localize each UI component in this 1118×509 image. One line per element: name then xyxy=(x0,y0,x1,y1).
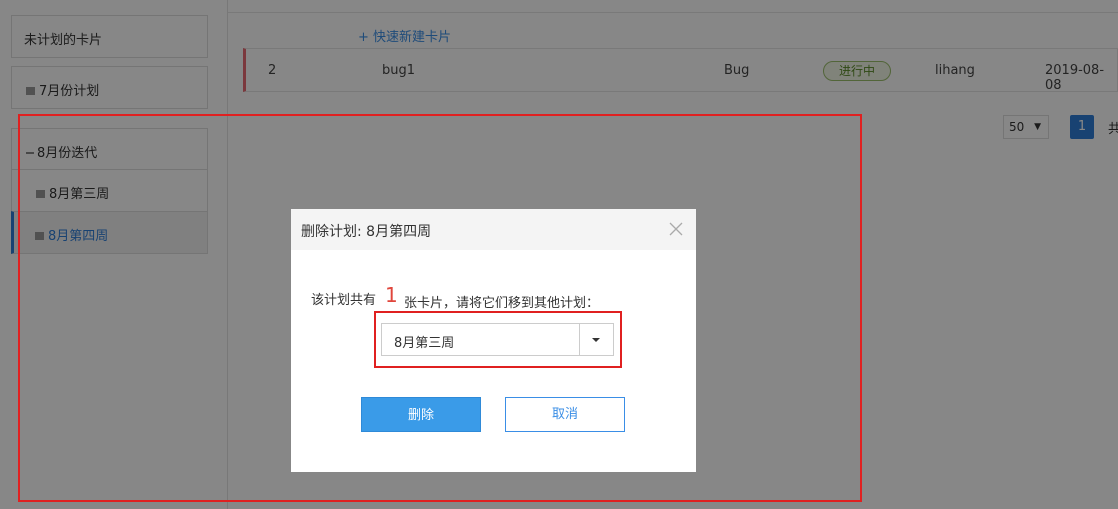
close-icon[interactable] xyxy=(668,221,684,237)
highlight-box-select xyxy=(374,311,622,368)
card-count: 1 xyxy=(385,283,398,307)
dialog-title: 删除计划: 8月第四周 xyxy=(301,224,432,240)
dialog-message-prefix: 该计划共有 xyxy=(311,293,377,308)
cancel-button[interactable]: 取消 xyxy=(505,397,625,432)
dialog-header: 删除计划: 8月第四周 xyxy=(291,209,696,250)
dialog-message-suffix: 张卡片，请将它们移到其他计划： xyxy=(404,296,600,311)
delete-button[interactable]: 删除 xyxy=(361,397,481,432)
